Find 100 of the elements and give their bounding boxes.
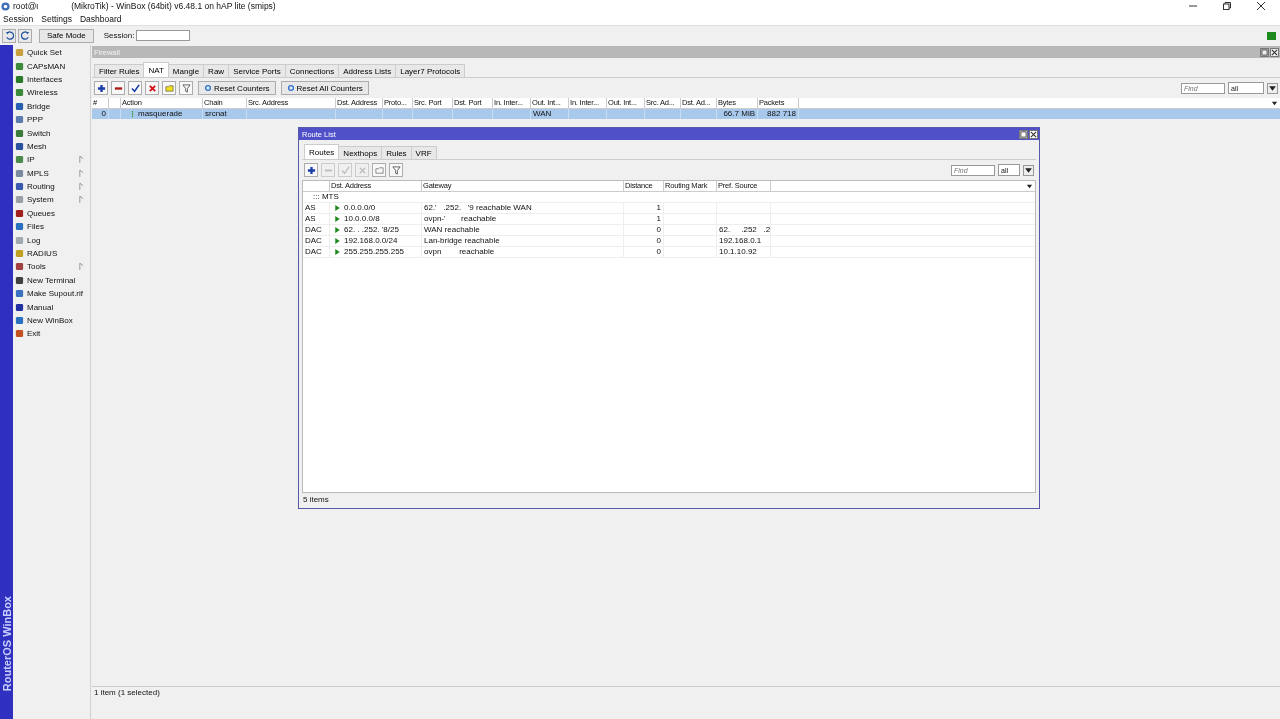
redo-icon [20, 31, 30, 40]
status-indicator [1267, 31, 1276, 40]
sidebar-item[interactable]: System [13, 193, 90, 207]
sidebar-item[interactable]: Switch [13, 126, 90, 140]
close-button[interactable] [1270, 47, 1279, 57]
rule-icon [131, 110, 134, 118]
reset-icon [286, 84, 295, 92]
tab[interactable]: Routes [304, 144, 340, 159]
sidebar-item[interactable]: Log [13, 233, 90, 247]
tile-icon [15, 302, 24, 312]
table-cell: 0 [624, 236, 664, 246]
tile-icon [15, 168, 24, 178]
table-cell: 66.7 MiB [717, 109, 758, 119]
window-title: (MikroTik) - WinBox (64bit) v6.48.1 on hAP lite (smips) [71, 1, 276, 11]
tile-icon [15, 48, 24, 58]
table-cell: 62.' .252. '9 reachable WAN [422, 203, 624, 213]
add-button[interactable] [94, 81, 108, 95]
undo-button[interactable] [2, 28, 16, 43]
note-icon [374, 165, 384, 175]
table-row[interactable]: 0 masquerade srcnat WAN 66.7 MiB 882 718 [92, 109, 1280, 119]
add-button[interactable] [304, 163, 318, 177]
dropdown-arrow-icon[interactable] [1026, 182, 1033, 190]
sidebar-item[interactable]: RADIUS [13, 246, 90, 261]
disable-button[interactable] [145, 81, 159, 95]
tile-icon [15, 262, 24, 272]
sidebar-item[interactable]: Wireless [13, 86, 90, 100]
tab[interactable]: Nexthops [338, 146, 383, 159]
table-cell: 192.168.0.0/24 [330, 236, 422, 246]
sidebar-item[interactable]: Manual [13, 300, 90, 314]
table-cell: 882 718 [758, 109, 799, 119]
table-row[interactable]: AS 10.0.0.0/8 ovpn-' reachable 1 [303, 214, 1035, 225]
sidebar-item[interactable]: Quick Set [13, 46, 90, 60]
restore-icon [1222, 1, 1232, 11]
tile-icon [15, 115, 24, 125]
table-row[interactable]: DAC 255.255.255.255 ovpn reachable 0 10.1.10.92 [303, 247, 1035, 258]
tab[interactable]: Service Ports [228, 64, 286, 77]
close-icon [1271, 48, 1278, 56]
sidebar-item[interactable]: Bridge [13, 99, 90, 113]
table-row[interactable]: AS 0.0.0.0/0 62.' .252. '9 reachable WAN 1 [303, 203, 1035, 214]
safe-mode-button[interactable]: Safe Mode [39, 28, 94, 43]
sidebar-item[interactable]: Files [13, 220, 90, 234]
tab[interactable]: VRF [410, 146, 437, 159]
reset-icon [204, 84, 212, 92]
remove-button[interactable] [111, 81, 125, 95]
reset-button[interactable]: Reset Counters [198, 81, 276, 95]
sidebar-item[interactable]: CAPsMAN [13, 59, 90, 73]
tile-icon [15, 235, 24, 245]
sidebar-item[interactable]: Interfaces [13, 72, 90, 87]
close-icon [1256, 1, 1266, 11]
restore-button[interactable] [1220, 0, 1234, 12]
status-text: 1 item (1 selected) [94, 688, 160, 697]
tile-icon [15, 195, 24, 205]
table-cell: DAC [303, 225, 330, 235]
table-cell: AS [303, 203, 330, 213]
maximize-button[interactable] [1019, 129, 1028, 139]
tab[interactable]: Layer7 Protocols [395, 64, 466, 77]
enable-button[interactable] [128, 81, 142, 95]
tab[interactable]: Address Lists [338, 64, 397, 77]
table-cell: DAC [303, 236, 330, 246]
table-cell: ovpn reachable [422, 247, 624, 257]
table-cell: 255.255.255.255 [330, 247, 422, 257]
sidebar-item[interactable]: Tools [13, 260, 90, 274]
sidebar-item[interactable]: Mesh [13, 139, 90, 154]
dropdown-arrow-icon[interactable] [1271, 99, 1278, 107]
sidebar-item[interactable]: IP [13, 153, 90, 167]
filter-button[interactable] [389, 163, 403, 177]
table-cell: Lan-bridge reachable [422, 236, 624, 246]
cross-icon [357, 165, 367, 175]
dropdown-arrow-icon[interactable] [1267, 82, 1278, 94]
table-row[interactable]: DAC 192.168.0.0/24 Lan-bridge reachable 0 192.168.0.1 [303, 236, 1035, 247]
tile-icon [15, 208, 24, 218]
redo-button[interactable] [18, 28, 32, 43]
tab[interactable]: Raw [203, 64, 230, 77]
restore-icon [1261, 48, 1268, 56]
filter-button[interactable] [179, 81, 193, 95]
close-icon [1030, 130, 1037, 138]
sidebar-item[interactable]: Routing [13, 179, 90, 194]
tab[interactable]: Rules [381, 146, 412, 159]
dropdown-arrow-icon[interactable] [1023, 164, 1034, 176]
tab[interactable]: Filter Rules [94, 64, 145, 77]
tab[interactable]: NAT [143, 62, 169, 77]
table-row[interactable]: DAC 62. . .252. '8/25 WAN reachable 0 62. .252 .2 [303, 225, 1035, 236]
menu-item[interactable]: Session [3, 13, 34, 24]
sidebar-item[interactable]: Exit [13, 327, 90, 341]
sidebar-item[interactable]: New Terminal [13, 273, 90, 288]
menu-item[interactable]: Settings [41, 13, 72, 24]
note-icon [164, 83, 174, 93]
sidebar-item[interactable]: Make Supout.rif [13, 287, 90, 301]
menu-item[interactable]: Dashboard [79, 13, 122, 24]
close-button[interactable] [1029, 129, 1038, 139]
close-button[interactable] [1254, 0, 1268, 12]
sidebar-item[interactable]: PPP [13, 112, 90, 127]
sidebar-item[interactable]: New WinBox [13, 313, 90, 328]
tile-icon [15, 128, 24, 138]
reset-button[interactable]: Reset All Counters [280, 81, 369, 95]
sidebar-item[interactable]: MPLS [13, 166, 90, 180]
sidebar-item[interactable]: Queues [13, 206, 90, 221]
session-field[interactable] [136, 30, 191, 41]
brand-text: RouterOS WinBox [0, 595, 13, 691]
tab[interactable]: Connections [284, 64, 340, 77]
